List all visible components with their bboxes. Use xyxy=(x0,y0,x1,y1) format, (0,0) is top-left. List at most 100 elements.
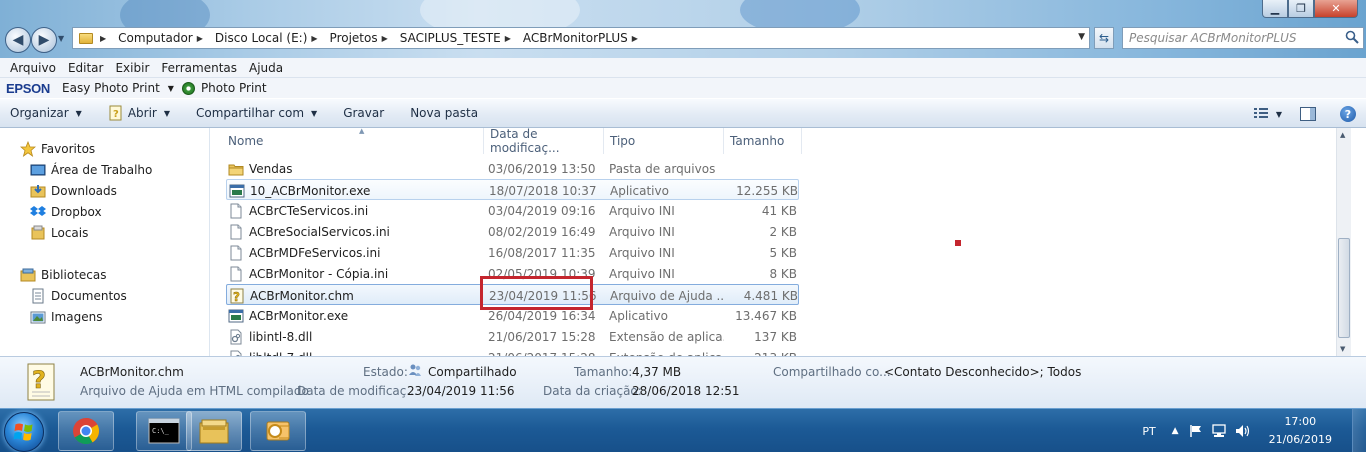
column-header-name[interactable]: Nome ▲ xyxy=(222,128,484,154)
nav-locais[interactable]: Locais xyxy=(30,225,88,241)
view-options-dropdown[interactable]: ▼ xyxy=(1276,110,1282,119)
details-shared-with-value: <Contato Desconhecido>; Todos xyxy=(884,365,1082,379)
taskbar-outlook-button[interactable] xyxy=(250,411,306,451)
recent-pages-dropdown[interactable]: ▼ xyxy=(58,34,64,43)
file-name: ACBrMDFeServicos.ini xyxy=(249,245,381,260)
column-header-date[interactable]: Data de modificaç... xyxy=(484,128,604,155)
details-size-label: Tamanho: xyxy=(574,365,633,379)
menu-ferramentas[interactable]: Ferramentas xyxy=(155,61,243,75)
minimize-button[interactable]: ▁ xyxy=(1262,0,1288,18)
search-icon[interactable] xyxy=(1345,30,1359,44)
nav-bibliotecas[interactable]: Bibliotecas xyxy=(20,267,106,283)
details-pane: ? ACBrMonitor.chm Arquivo de Ajuda em HT… xyxy=(0,356,1366,408)
network-icon[interactable] xyxy=(1211,424,1227,438)
nav-area-de-trabalho[interactable]: Área de Trabalho xyxy=(30,162,152,178)
breadcrumb-acbrmonitorplus[interactable]: ACBrMonitorPLUS ▶ xyxy=(520,31,647,45)
change-view-icon[interactable] xyxy=(1253,108,1268,120)
new-folder-label: Nova pasta xyxy=(410,106,479,120)
view-controls: ▼ ? xyxy=(1253,106,1356,122)
taskbar-chrome-button[interactable] xyxy=(58,411,114,451)
scrollbar-thumb[interactable] xyxy=(1338,238,1350,338)
scroll-down-arrow-icon[interactable]: ▼ xyxy=(1340,345,1345,353)
column-header-type[interactable]: Tipo xyxy=(604,128,724,154)
action-center-flag-icon[interactable] xyxy=(1189,424,1203,438)
annotation-dot xyxy=(955,240,961,246)
back-button[interactable]: ◀ xyxy=(5,27,31,53)
nav-dropbox[interactable]: Dropbox xyxy=(30,204,102,220)
file-name-cell: 10_ACBrMonitor.exe xyxy=(229,180,484,201)
easy-photo-print-button[interactable]: Easy Photo Print xyxy=(62,81,160,95)
preview-pane-icon[interactable] xyxy=(1300,107,1316,121)
nav-downloads[interactable]: Downloads xyxy=(30,183,117,199)
scroll-up-arrow-icon[interactable]: ▲ xyxy=(1340,131,1345,139)
window-controls: ▁ ❐ ✕ xyxy=(1262,0,1358,18)
search-box[interactable] xyxy=(1122,27,1364,49)
breadcrumb-disco-local[interactable]: Disco Local (E:) ▶ xyxy=(212,31,327,45)
file-name: libintl-8.dll xyxy=(249,329,313,344)
menu-exibir[interactable]: Exibir xyxy=(109,61,155,75)
nav-favoritos[interactable]: Favoritos xyxy=(20,141,95,157)
file-row[interactable]: 10_ACBrMonitor.exe 18/07/2018 10:37 Aplica… xyxy=(226,179,799,200)
open-label: Abrir xyxy=(127,106,157,120)
shared-users-icon xyxy=(409,364,421,376)
taskbar-explorer-button[interactable] xyxy=(186,411,242,451)
burn-button[interactable]: Gravar xyxy=(343,106,384,120)
menu-arquivo[interactable]: Arquivo xyxy=(4,61,62,75)
file-row[interactable]: ACBrCTeServicos.ini 03/04/2019 09:16 Arqui… xyxy=(226,200,799,221)
help-icon[interactable]: ? xyxy=(1340,106,1356,122)
column-label: Tamanho xyxy=(730,134,785,148)
column-header-size[interactable]: Tamanho xyxy=(724,128,802,154)
file-type-cell: Extensão de aplica... xyxy=(609,347,724,357)
downloads-folder-icon xyxy=(30,185,46,198)
burn-label: Gravar xyxy=(343,106,385,120)
file-date-cell: 21/06/2017 15:28 xyxy=(488,347,603,357)
file-name-cell: ACBrCTeServicos.ini xyxy=(228,200,483,221)
column-label: Tipo xyxy=(610,134,636,148)
close-button[interactable]: ✕ xyxy=(1314,0,1358,18)
vertical-scrollbar[interactable]: ▲ ▼ xyxy=(1336,128,1351,356)
libraries-icon xyxy=(20,268,36,282)
forward-button[interactable]: ▶ xyxy=(31,27,57,53)
volume-icon[interactable] xyxy=(1235,424,1251,438)
command-bar: Organizar ▼ ? Abrir ▼ Compartilhar com ▼ Gr… xyxy=(0,98,1366,128)
refresh-button[interactable]: ⇆ xyxy=(1094,27,1114,49)
breadcrumb-separator[interactable]: ▶ xyxy=(97,34,115,43)
show-hidden-icons-icon[interactable]: ▲ xyxy=(1172,426,1179,436)
taskbar-cmd-button[interactable]: C:\_ xyxy=(136,411,192,451)
photo-print-button[interactable]: Photo Print xyxy=(201,81,267,95)
file-row[interactable]: ACBrMDFeServicos.ini 16/08/2017 11:35 Arqu… xyxy=(226,242,799,263)
file-row[interactable]: ACBreSocialServicos.ini 08/02/2019 16:49 A… xyxy=(226,221,799,242)
breadcrumb-projetos[interactable]: Projetos ▶ xyxy=(327,31,397,45)
search-input[interactable] xyxy=(1123,28,1333,48)
back-arrow-icon: ◀ xyxy=(12,32,24,48)
language-indicator[interactable]: PT xyxy=(1142,425,1155,438)
easy-photo-print-dropdown[interactable]: ▼ xyxy=(168,84,174,93)
ini-file-icon xyxy=(230,245,242,260)
nav-documentos[interactable]: Documentos xyxy=(30,288,127,304)
file-row[interactable]: libltdl-7.dll 21/06/2017 15:28 Extensão de… xyxy=(226,347,799,356)
share-with-button[interactable]: Compartilhar com ▼ xyxy=(196,106,317,120)
file-type-cell: Pasta de arquivos xyxy=(609,161,716,176)
details-created-label: Data da criação: xyxy=(543,384,642,398)
nav-imagens[interactable]: Imagens xyxy=(30,309,102,325)
menu-ajuda[interactable]: Ajuda xyxy=(243,61,289,75)
address-bar[interactable]: ▶ Computador ▶ Disco Local (E:) ▶ Projetos… xyxy=(72,27,1090,49)
open-button[interactable]: ? Abrir ▼ xyxy=(108,105,170,121)
new-folder-button[interactable]: Nova pasta xyxy=(410,106,478,120)
documents-icon xyxy=(32,288,44,304)
file-list-pane: Nome ▲ Data de modificaç... Tipo Tamanho … xyxy=(211,128,1351,356)
show-desktop-button[interactable] xyxy=(1352,409,1366,452)
organize-button[interactable]: Organizar ▼ xyxy=(10,106,82,120)
menu-editar[interactable]: Editar xyxy=(62,61,110,75)
dropbox-icon xyxy=(30,206,46,216)
file-name-cell: ACBrMonitor.exe xyxy=(228,305,483,326)
maximize-button[interactable]: ❐ xyxy=(1288,0,1314,18)
breadcrumb-saciplus-teste[interactable]: SACIPLUS_TESTE ▶ xyxy=(397,31,520,45)
clock[interactable]: 17:00 21/06/2019 xyxy=(1269,413,1332,449)
breadcrumb-computador[interactable]: Computador ▶ xyxy=(115,31,212,45)
recent-places-icon xyxy=(31,225,45,240)
file-row[interactable]: libintl-8.dll 21/06/2017 15:28 Extensão de… xyxy=(226,326,799,347)
start-button[interactable] xyxy=(4,412,44,452)
file-row[interactable]: Vendas 03/06/2019 13:50 Pasta de arquivos xyxy=(226,158,799,179)
address-history-dropdown[interactable]: ▼ xyxy=(1078,32,1085,42)
